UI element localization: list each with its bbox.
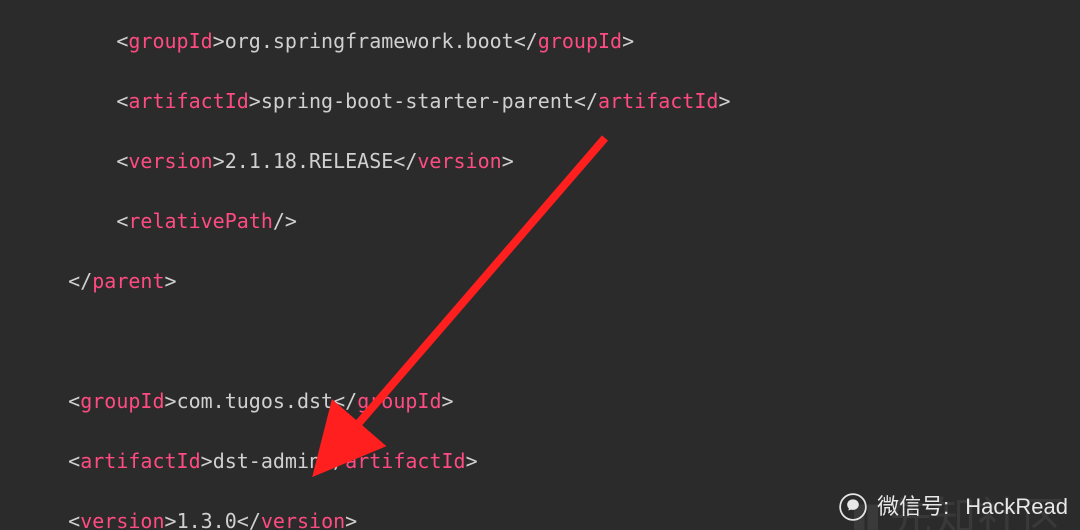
code-block: <groupId>org.springframework.boot</group…: [20, 0, 1007, 530]
code-line: <groupId>com.tugos.dst</groupId>: [20, 386, 1007, 416]
wechat-icon: [839, 493, 867, 521]
code-line: </parent>: [20, 266, 1007, 296]
code-line: <artifactId>dst-admin</artifactId>: [20, 446, 1007, 476]
code-line: <artifactId>spring-boot-starter-parent</…: [20, 86, 1007, 116]
code-line: <version>2.1.18.RELEASE</version>: [20, 146, 1007, 176]
indent: [20, 29, 116, 53]
wechat-badge: 微信号: HackRead: [839, 492, 1068, 522]
tag-open: groupId: [128, 29, 212, 53]
code-line: <groupId>org.springframework.boot</group…: [20, 26, 1007, 56]
tag-close: groupId: [538, 29, 622, 53]
wechat-label: 微信号:: [877, 492, 949, 522]
blank-line: [20, 326, 1007, 356]
code-line: <relativePath/>: [20, 206, 1007, 236]
wechat-value: HackRead: [965, 492, 1068, 522]
tag-text: org.springframework.boot: [225, 29, 514, 53]
